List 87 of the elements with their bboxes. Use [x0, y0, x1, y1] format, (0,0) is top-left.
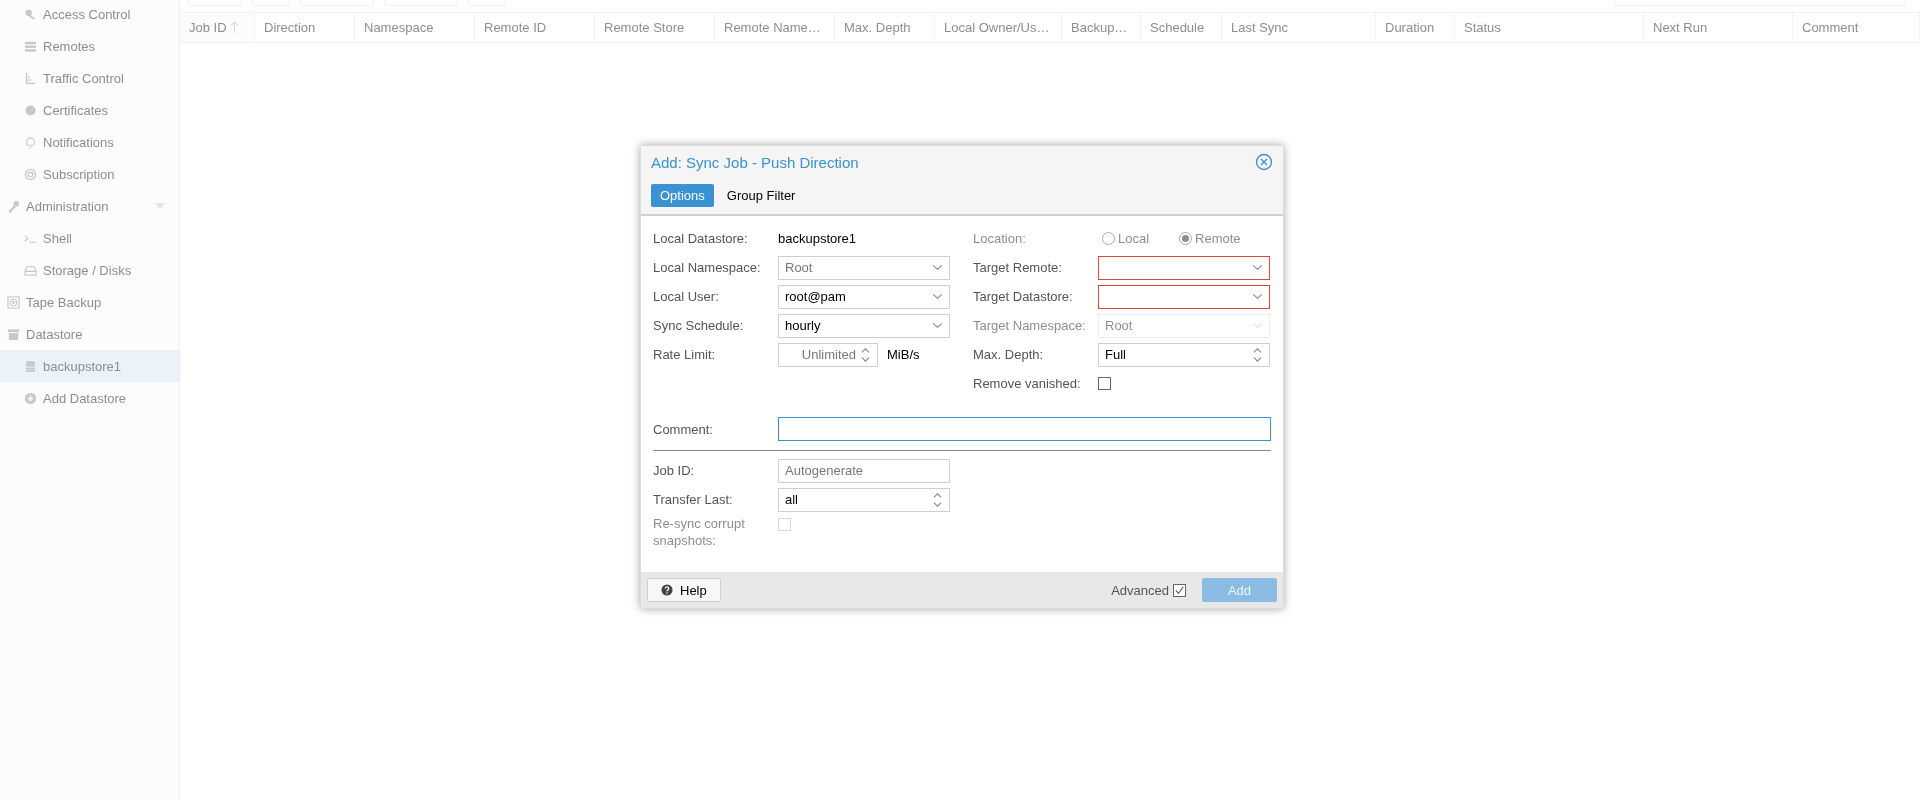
- spinner-field[interactable]: all: [778, 487, 950, 512]
- spinner-field[interactable]: Full: [1098, 342, 1270, 367]
- drive-icon: [24, 263, 37, 277]
- dropdown-field[interactable]: [1098, 255, 1270, 280]
- advanced-label: Advanced: [1111, 582, 1169, 598]
- help-icon: [661, 584, 673, 596]
- field-label: Comment:: [653, 421, 714, 437]
- column-header[interactable]: Comment: [1793, 13, 1920, 42]
- sidebar-item[interactable]: backupstore1: [0, 350, 179, 382]
- disc-icon: [7, 295, 20, 309]
- column-header[interactable]: Local Owner/Us…: [935, 13, 1062, 42]
- caret-icon: [155, 203, 165, 209]
- dropdown-field[interactable]: root@pam: [778, 284, 950, 309]
- column-header[interactable]: Remote ID: [475, 13, 595, 42]
- field-label: Sync Schedule:: [653, 318, 745, 333]
- field-label: Job ID:: [653, 463, 696, 478]
- sidebar-item[interactable]: Traffic Control: [0, 62, 179, 94]
- field-label: Max. Depth:: [973, 347, 1045, 362]
- field-label: Local User:: [653, 289, 720, 304]
- sidebar-item[interactable]: Administration: [0, 190, 179, 222]
- checkbox[interactable]: [1098, 377, 1111, 390]
- column-header[interactable]: Schedule: [1141, 13, 1222, 42]
- sidebar-item[interactable]: Remotes: [0, 30, 179, 62]
- field-label: Re-sync corrupt snapshots:: [653, 515, 746, 549]
- column-header[interactable]: Duration: [1376, 13, 1455, 42]
- dropdown-field[interactable]: [1098, 284, 1270, 309]
- column-header[interactable]: Status: [1455, 13, 1644, 42]
- field-label: Target Namespace:: [973, 318, 1087, 333]
- column-header[interactable]: Max. Depth: [835, 13, 935, 42]
- field-label: Remove vanished:: [973, 376, 1082, 391]
- sidebar-item[interactable]: Notifications: [0, 126, 179, 158]
- bell-icon: [24, 135, 37, 149]
- field-label: Location:: [973, 231, 1027, 246]
- field-label: Local Datastore:: [653, 231, 749, 246]
- sidebar-item[interactable]: Subscription: [0, 158, 179, 190]
- chevron-down-icon: [1252, 293, 1263, 300]
- field-label: Transfer Last:: [653, 492, 734, 507]
- chevron-down-icon: [1252, 264, 1263, 271]
- dropdown-field[interactable]: hourly: [778, 313, 950, 338]
- sort-arrow-icon: [229, 21, 239, 34]
- bar-chart-icon: [24, 71, 37, 85]
- server-icon: [24, 39, 37, 53]
- sidebar-item[interactable]: Tape Backup: [0, 286, 179, 318]
- sidebar-item[interactable]: Add Datastore: [0, 382, 179, 414]
- column-header[interactable]: Namespace: [355, 13, 475, 42]
- spinner-arrows-icon: [860, 346, 871, 363]
- column-header[interactable]: Backup…: [1062, 13, 1141, 42]
- database-icon: [24, 359, 37, 373]
- help-button[interactable]: Help: [647, 578, 721, 602]
- key-icon: [24, 7, 37, 21]
- field-label: Rate Limit:: [653, 347, 717, 362]
- chevron-down-icon: [932, 322, 943, 329]
- advanced-checkbox[interactable]: [1173, 583, 1186, 597]
- chevron-down-icon: [932, 293, 943, 300]
- chevron-down-icon: [1252, 322, 1263, 329]
- column-header[interactable]: Remote Store: [595, 13, 715, 42]
- dialog-title: Add: Sync Job - Push Direction: [651, 153, 859, 171]
- plus-circle-icon: [24, 391, 37, 405]
- close-icon[interactable]: [1255, 153, 1273, 171]
- wrench-icon: [7, 199, 20, 213]
- column-header[interactable]: Next Run: [1644, 13, 1793, 42]
- sidebar-item[interactable]: Access Control: [0, 0, 179, 30]
- tab[interactable]: Group Filter: [717, 184, 805, 207]
- spinner-arrows-icon: [932, 491, 943, 508]
- sidebar-item[interactable]: Certificates: [0, 94, 179, 126]
- badge-icon: [24, 103, 37, 117]
- spinner-arrows-icon: [1252, 346, 1263, 363]
- sidebar-item[interactable]: Storage / Disks: [0, 254, 179, 286]
- field-value: backupstore1: [778, 231, 857, 246]
- column-header[interactable]: Remote Name…: [715, 13, 835, 42]
- column-header[interactable]: Job ID: [180, 13, 255, 42]
- lifebuoy-icon: [24, 167, 37, 181]
- chevron-down-icon: [932, 264, 943, 271]
- sidebar-item[interactable]: Datastore: [0, 318, 179, 350]
- field-label: Target Remote:: [973, 260, 1063, 275]
- unit-label: MiB/s: [887, 347, 920, 362]
- sidebar-item[interactable]: Shell: [0, 222, 179, 254]
- tab[interactable]: Options: [651, 184, 714, 207]
- field-label: Local Namespace:: [653, 260, 762, 275]
- field-label: Target Datastore:: [973, 289, 1074, 304]
- input-field[interactable]: Autogenerate: [778, 458, 950, 483]
- archive-icon: [7, 327, 20, 341]
- comment-field[interactable]: [778, 417, 1271, 441]
- column-header[interactable]: Direction: [255, 13, 355, 42]
- column-header[interactable]: Last Sync: [1222, 13, 1376, 42]
- dropdown-field[interactable]: Root: [778, 255, 950, 280]
- spinner-field[interactable]: Unlimited: [778, 342, 878, 367]
